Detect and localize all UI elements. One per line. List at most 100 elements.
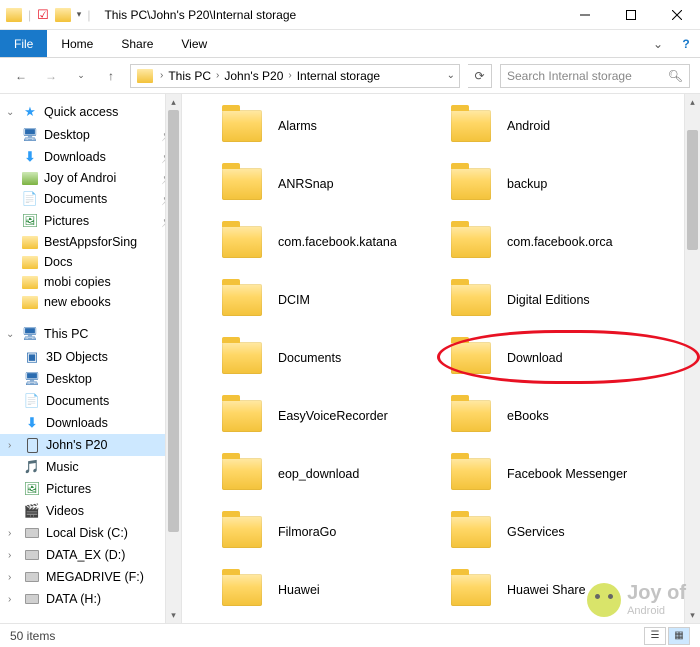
folder-icon [222, 516, 262, 548]
chevron-right-icon[interactable]: › [8, 550, 18, 561]
qat-dropdown-icon[interactable]: ▾ [77, 9, 82, 20]
tab-file[interactable]: File [0, 30, 47, 57]
sidebar-item[interactable]: › DATA (H:) [0, 588, 181, 610]
folder-icon [451, 226, 491, 258]
close-button[interactable] [654, 0, 700, 30]
ribbon-expand-icon[interactable]: ⌄ [644, 30, 672, 57]
folder-item[interactable]: Alarms [222, 110, 441, 142]
folder-item[interactable]: Documents [222, 342, 441, 374]
folder-icon [137, 69, 153, 83]
help-icon[interactable]: ? [672, 30, 700, 57]
chevron-right-icon[interactable]: › [8, 572, 18, 583]
back-button[interactable]: ← [10, 65, 32, 87]
chevron-right-icon[interactable]: › [8, 528, 18, 539]
sidebar-item[interactable]: ›📄Documents [0, 390, 181, 412]
disk-icon [24, 591, 40, 607]
qat-separator: | [87, 8, 90, 22]
chevron-right-icon[interactable]: › [8, 440, 18, 451]
sidebar-item[interactable]: ›🖼Pictures [0, 478, 181, 500]
maximize-button[interactable] [608, 0, 654, 30]
folder-icon [222, 226, 262, 258]
sidebar-item[interactable]: Joy of Androi📌 [0, 168, 181, 188]
sidebar-item[interactable]: ›John's P20 [0, 434, 181, 456]
item-count: 50 items [10, 629, 55, 643]
breadcrumb[interactable]: Internal storage [295, 69, 382, 83]
tab-share[interactable]: Share [107, 30, 167, 57]
minimize-button[interactable] [562, 0, 608, 30]
sidebar-group-quick-access[interactable]: ⌄ ★ Quick access [0, 100, 181, 124]
address-bar[interactable]: › This PC › John's P20 › Internal storag… [130, 64, 460, 88]
sidebar-item[interactable]: ⬇Downloads📌 [0, 146, 181, 168]
checkbox-icon[interactable]: ☑ [37, 7, 49, 23]
folder-item[interactable]: Facebook Messenger [451, 458, 670, 490]
scroll-up-icon[interactable]: ▴ [685, 94, 700, 110]
sidebar-scrollbar[interactable]: ▴ ▾ [165, 94, 181, 623]
scroll-up-icon[interactable]: ▴ [166, 94, 181, 110]
details-view-button[interactable]: ☰ [644, 627, 666, 645]
folder-item[interactable]: EasyVoiceRecorder [222, 400, 441, 432]
sidebar-item[interactable]: BestAppsforSing [0, 232, 181, 252]
breadcrumb[interactable]: John's P20 [222, 69, 285, 83]
folder-item[interactable]: com.facebook.katana [222, 226, 441, 258]
folder-item[interactable]: eop_download [222, 458, 441, 490]
sidebar-item[interactable]: ›🎵Music [0, 456, 181, 478]
up-button[interactable]: ↑ [100, 65, 122, 87]
sidebar-item[interactable]: new ebooks [0, 292, 181, 312]
folder-icon [451, 284, 491, 316]
chevron-right-icon[interactable]: › [8, 594, 18, 605]
folder-item[interactable]: ANRSnap [222, 168, 441, 200]
folder-item[interactable]: com.facebook.orca [451, 226, 670, 258]
recent-locations-icon[interactable]: ⌄ [70, 65, 92, 87]
forward-button[interactable]: → [40, 65, 62, 87]
sidebar-item[interactable]: ›🖥Desktop [0, 368, 181, 390]
search-input[interactable]: Search Internal storage 🔍︎ [500, 64, 690, 88]
folder-item[interactable]: Android [451, 110, 670, 142]
video-icon: 🎬 [24, 503, 40, 519]
sidebar-item[interactable]: ›⬇Downloads [0, 412, 181, 434]
folder-item[interactable]: Digital Editions [451, 284, 670, 316]
folder-item[interactable]: GServices [451, 516, 670, 548]
folder-item[interactable]: Huawei Share [451, 574, 670, 606]
titlebar: | ☑ ▾ | This PC\John's P20\Internal stor… [0, 0, 700, 30]
sidebar-item[interactable]: 📄Documents📌 [0, 188, 181, 210]
sidebar-item-label: DATA (H:) [46, 592, 101, 606]
breadcrumb[interactable]: This PC [166, 69, 213, 83]
sidebar-item[interactable]: ›▣3D Objects [0, 346, 181, 368]
folder-icon [222, 110, 262, 142]
sidebar-item[interactable]: Docs [0, 252, 181, 272]
refresh-button[interactable]: ⟳ [468, 64, 492, 88]
sidebar-item[interactable]: 🖥Desktop📌 [0, 124, 181, 146]
folder-item[interactable]: Huawei [222, 574, 441, 606]
chevron-right-icon[interactable]: › [213, 70, 222, 81]
chevron-right-icon[interactable]: › [285, 70, 294, 81]
tab-view[interactable]: View [167, 30, 221, 57]
scrollbar-thumb[interactable] [168, 110, 179, 532]
chevron-right-icon[interactable]: › [157, 70, 166, 81]
sidebar-item-label: BestAppsforSing [44, 235, 137, 249]
folder-label: Documents [278, 351, 341, 365]
content-scrollbar[interactable]: ▴ ▾ [684, 94, 700, 623]
folder-item[interactable]: DCIM [222, 284, 441, 316]
sidebar-item[interactable]: ›Local Disk (C:) [0, 522, 181, 544]
folder-item[interactable]: Download [451, 342, 670, 374]
folder-label: Download [507, 351, 563, 365]
folder-item[interactable]: eBooks [451, 400, 670, 432]
scroll-down-icon[interactable]: ▾ [685, 607, 700, 623]
scroll-down-icon[interactable]: ▾ [166, 607, 181, 623]
address-dropdown-icon[interactable]: ⌄ [447, 70, 455, 81]
icons-view-button[interactable]: ▦ [668, 627, 690, 645]
scrollbar-thumb[interactable] [687, 130, 698, 250]
folder-item[interactable]: FilmoraGo [222, 516, 441, 548]
folder-item[interactable]: backup [451, 168, 670, 200]
sidebar-item[interactable]: ›DATA_EX (D:) [0, 544, 181, 566]
sidebar-item[interactable]: ›🎬Videos [0, 500, 181, 522]
sidebar-item[interactable]: ›MEGADRIVE (F:) [0, 566, 181, 588]
sidebar-item[interactable]: mobi copies [0, 272, 181, 292]
chevron-down-icon[interactable]: ⌄ [6, 107, 16, 118]
chevron-down-icon[interactable]: ⌄ [6, 329, 16, 340]
sidebar-group-this-pc[interactable]: ⌄ 🖥 This PC [0, 322, 181, 346]
sidebar-item[interactable]: 🖼Pictures📌 [0, 210, 181, 232]
sidebar-group-label: This PC [44, 327, 88, 341]
tab-home[interactable]: Home [47, 30, 107, 57]
folder-icon [22, 256, 38, 269]
